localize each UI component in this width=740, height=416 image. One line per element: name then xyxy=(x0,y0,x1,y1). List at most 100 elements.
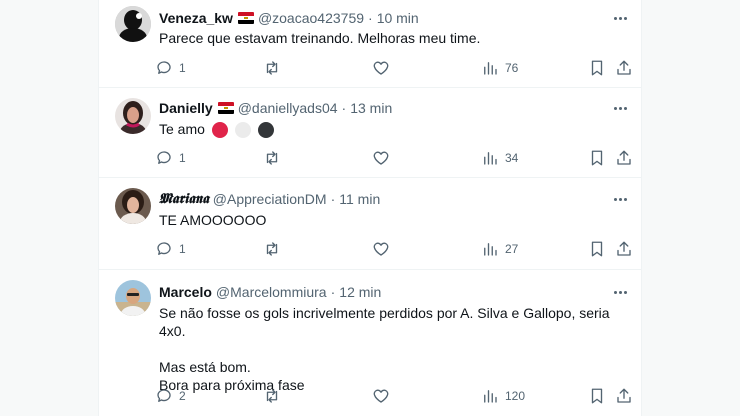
left-gutter xyxy=(0,0,98,416)
reply-icon xyxy=(157,242,171,255)
like-icon xyxy=(373,61,389,75)
tweet-header: Danielly @daniellyads04 · 13 min xyxy=(159,99,392,117)
like-button[interactable] xyxy=(372,386,390,406)
views-button[interactable]: 34 xyxy=(481,148,518,168)
like-icon xyxy=(373,151,389,165)
avatar[interactable] xyxy=(115,280,151,316)
separator-dot: · xyxy=(368,10,373,26)
bookmark-button[interactable] xyxy=(588,239,606,259)
user-handle[interactable]: @zoacao423759 xyxy=(258,10,364,26)
separator-dot: · xyxy=(341,100,347,116)
avatar[interactable] xyxy=(115,98,151,134)
views-count: 34 xyxy=(505,151,519,165)
tweet-mariana[interactable]: 𝕸𝖆𝖗𝖎𝖆𝖓𝖆 @AppreciationDM · 11 min TE AMOO… xyxy=(99,178,641,270)
more-icon[interactable] xyxy=(609,190,631,208)
right-gutter xyxy=(642,0,740,416)
bookmark-icon xyxy=(591,388,603,404)
retweet-button[interactable] xyxy=(263,148,281,168)
retweet-icon xyxy=(266,61,278,75)
like-button[interactable] xyxy=(372,58,390,78)
egypt-flag-icon xyxy=(237,12,254,24)
share-button[interactable] xyxy=(615,58,633,78)
tweet-danielly[interactable]: Danielly @daniellyads04 · 13 min Te amo … xyxy=(99,88,641,178)
user-handle[interactable]: @Marcelommiura xyxy=(216,284,327,300)
reply-feed: Veneza_kw @zoacao423759 · 10 min Parece … xyxy=(98,0,642,416)
display-name[interactable]: Veneza_kw xyxy=(159,10,233,26)
tweet-marcelo[interactable]: Marcelo @Marcelommiura · 12 min Se não f… xyxy=(99,270,641,416)
like-icon xyxy=(373,242,389,256)
views-button[interactable]: 27 xyxy=(481,239,518,259)
reply-count: 1 xyxy=(179,61,186,75)
bookmark-button[interactable] xyxy=(588,386,606,406)
share-button[interactable] xyxy=(615,239,633,259)
more-icon[interactable] xyxy=(609,99,631,117)
retweet-button[interactable] xyxy=(263,239,281,259)
bookmark-icon xyxy=(591,150,603,166)
action-bar: 1 34 xyxy=(155,148,645,168)
retweet-icon xyxy=(266,151,278,165)
separator-dot: · xyxy=(330,191,336,207)
red-circle-emoji-icon xyxy=(211,122,228,139)
tweet-text-line: Mas está bom. xyxy=(159,359,251,375)
reply-count: 1 xyxy=(179,151,186,165)
avatar[interactable] xyxy=(115,6,151,42)
views-count: 76 xyxy=(505,61,519,75)
share-icon xyxy=(617,388,631,403)
tweet-text-line: Se não fosse os gols incrivelmente perdi… xyxy=(159,305,610,339)
bookmark-button[interactable] xyxy=(588,58,606,78)
action-bar: 1 27 xyxy=(155,239,645,259)
retweet-icon xyxy=(266,389,278,403)
tweet-text-content: Te amo xyxy=(159,121,205,137)
like-icon xyxy=(373,389,389,403)
separator-dot: · xyxy=(330,284,336,300)
views-icon xyxy=(484,390,497,403)
timestamp[interactable]: 10 min xyxy=(377,10,419,26)
timestamp[interactable]: 12 min xyxy=(339,284,381,300)
views-icon xyxy=(484,243,497,256)
action-bar: 2 120 xyxy=(155,386,645,406)
tweet-text: TE AMOOOOOO xyxy=(159,212,267,228)
reply-button[interactable]: 2 xyxy=(155,386,186,406)
display-name[interactable]: Danielly xyxy=(159,100,213,116)
egypt-flag-icon xyxy=(217,102,234,114)
reply-count: 1 xyxy=(179,242,186,256)
reply-icon xyxy=(157,61,171,74)
views-button[interactable]: 76 xyxy=(481,58,518,78)
like-button[interactable] xyxy=(372,148,390,168)
reply-button[interactable]: 1 xyxy=(155,58,186,78)
bookmark-icon xyxy=(591,60,603,76)
views-count: 120 xyxy=(505,389,526,403)
tweet-veneza[interactable]: Veneza_kw @zoacao423759 · 10 min Parece … xyxy=(99,0,641,88)
more-icon[interactable] xyxy=(609,9,631,27)
display-name[interactable]: 𝕸𝖆𝖗𝖎𝖆𝖓𝖆 xyxy=(159,191,209,207)
avatar[interactable] xyxy=(115,188,151,224)
retweet-button[interactable] xyxy=(263,386,281,406)
share-button[interactable] xyxy=(615,386,633,406)
like-button[interactable] xyxy=(372,239,390,259)
bookmark-button[interactable] xyxy=(588,148,606,168)
tweet-text: Te amo xyxy=(159,120,629,139)
white-circle-emoji-icon xyxy=(234,122,251,139)
user-handle[interactable]: @AppreciationDM xyxy=(213,191,327,207)
timestamp[interactable]: 11 min xyxy=(339,191,380,207)
display-name[interactable]: Marcelo xyxy=(159,284,212,300)
reply-button[interactable]: 1 xyxy=(155,148,186,168)
timestamp[interactable]: 13 min xyxy=(350,100,392,116)
black-circle-emoji-icon xyxy=(257,122,274,139)
tweet-header: 𝕸𝖆𝖗𝖎𝖆𝖓𝖆 @AppreciationDM · 11 min xyxy=(159,190,380,208)
more-icon[interactable] xyxy=(609,283,631,301)
bookmark-icon xyxy=(591,241,603,257)
views-button[interactable]: 120 xyxy=(481,386,525,406)
action-bar: 1 76 xyxy=(155,58,645,78)
tweet-header: Veneza_kw @zoacao423759 · 10 min xyxy=(159,9,419,27)
views-count: 27 xyxy=(505,242,519,256)
tweet-text-blank-line xyxy=(159,340,629,358)
retweet-button[interactable] xyxy=(263,58,281,78)
tweet-text: Se não fosse os gols incrivelmente perdi… xyxy=(159,304,629,394)
tweet-header: Marcelo @Marcelommiura · 12 min xyxy=(159,283,381,301)
reply-button[interactable]: 1 xyxy=(155,239,186,259)
views-icon xyxy=(484,62,497,75)
share-icon xyxy=(617,241,631,256)
user-handle[interactable]: @daniellyads04 xyxy=(238,100,338,116)
share-button[interactable] xyxy=(615,148,633,168)
